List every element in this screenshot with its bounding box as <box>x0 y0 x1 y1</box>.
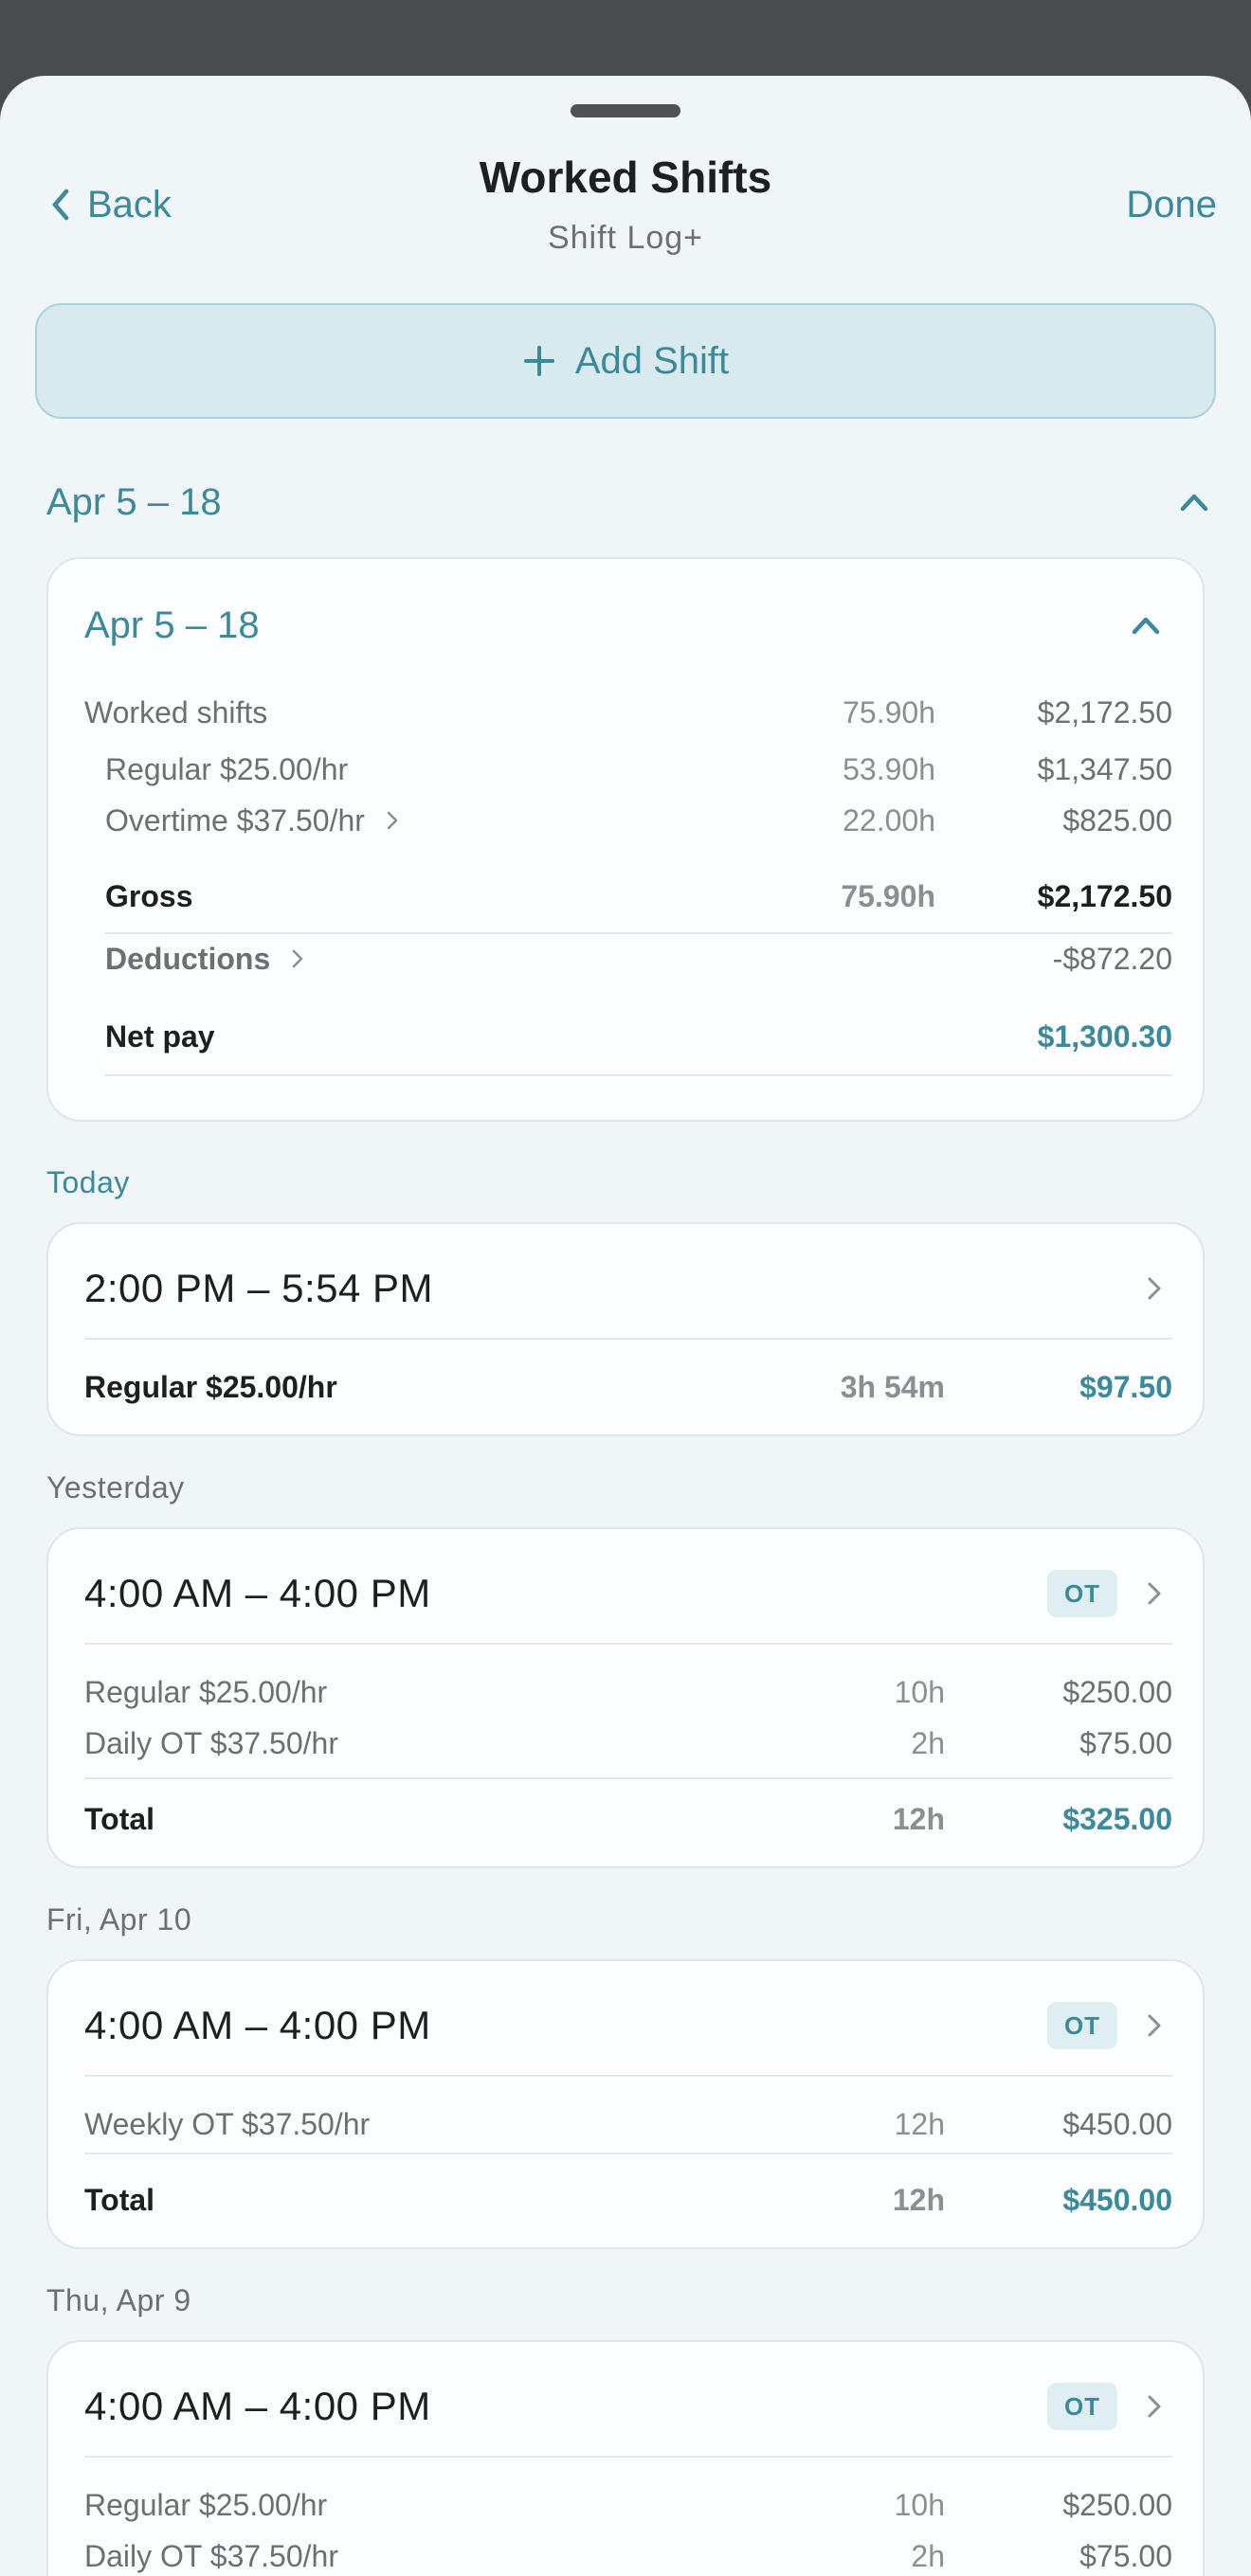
day-label-today: Today <box>46 1165 130 1199</box>
row-amount: $75.00 <box>1079 2538 1172 2573</box>
row-hours: 10h <box>894 1674 945 1709</box>
chevron-up-icon[interactable] <box>1127 606 1165 644</box>
row-label: Deductions <box>105 941 271 976</box>
row-hours: 53.90h <box>843 751 935 786</box>
row-hours: 12h <box>894 2106 945 2141</box>
row-hours: 22.00h <box>843 802 935 838</box>
chevron-right-icon <box>387 811 398 830</box>
row-amount: $1,347.50 <box>1037 751 1172 786</box>
divider <box>105 1074 1172 1076</box>
divider <box>105 932 1172 934</box>
row-hours: 2h <box>911 1725 945 1760</box>
divider <box>84 2153 1172 2154</box>
divider <box>84 2075 1172 2077</box>
chevron-right-icon[interactable] <box>1144 2009 1165 2042</box>
plus-icon <box>523 346 554 376</box>
row-amount: $825.00 <box>1062 802 1172 838</box>
chevron-right-icon[interactable] <box>1144 1577 1165 1610</box>
shift-time-range: 4:00 AM – 4:00 PM <box>84 2003 431 2047</box>
row-amount: $1,300.30 <box>1037 1018 1172 1054</box>
overtime-rate-row[interactable]: Overtime $37.50/hr 22.00h $825.00 <box>105 800 1172 841</box>
row-amount: $250.00 <box>1062 2487 1172 2522</box>
row-label: Daily OT $37.50/hr <box>84 1725 338 1760</box>
overtime-badge: OT <box>1047 1570 1117 1617</box>
row-label: Regular $25.00/hr <box>105 751 349 786</box>
row-amount: $2,172.50 <box>1037 878 1172 913</box>
worked-shifts-sheet: Back Worked Shifts Shift Log+ Done Add S… <box>0 76 1251 2576</box>
row-hours: 2h <box>911 2538 945 2573</box>
row-hours: 75.90h <box>843 694 935 730</box>
divider <box>84 1643 1172 1645</box>
day-label-thu-apr-9: Thu, Apr 9 <box>46 2283 191 2317</box>
row-hours: 12h <box>892 2182 945 2217</box>
row-amount: $450.00 <box>1062 2106 1172 2141</box>
summary-header[interactable]: Apr 5 – 18 <box>84 597 1165 654</box>
chevron-up-icon[interactable] <box>1175 483 1213 521</box>
shift-rate-row: Regular $25.00/hr 3h 54m $97.50 <box>84 1366 1172 1408</box>
page-title: Worked Shifts <box>479 153 772 202</box>
shift-rate-row: Regular $25.00/hr 10h $250.00 <box>84 1671 1172 1713</box>
row-label: Net pay <box>105 1018 215 1054</box>
sheet-grabber[interactable] <box>571 104 680 117</box>
add-shift-button[interactable]: Add Shift <box>35 303 1216 419</box>
period-header[interactable]: Apr 5 – 18 <box>46 474 1213 531</box>
row-amount: $450.00 <box>1062 2182 1172 2217</box>
row-hours: 75.90h <box>841 878 935 913</box>
row-label: Total <box>84 1801 155 1836</box>
deductions-row[interactable]: Deductions -$872.20 <box>105 938 1172 980</box>
overtime-badge: OT <box>1047 2002 1117 2049</box>
divider <box>84 1338 1172 1340</box>
divider <box>84 2456 1172 2458</box>
row-label: Total <box>84 2182 155 2217</box>
shift-time-range: 2:00 PM – 5:54 PM <box>84 1266 434 1310</box>
shift-total-row: Total 12h $450.00 <box>84 2179 1172 2221</box>
row-amount: -$872.20 <box>1052 941 1172 976</box>
shift-rate-row: Daily OT $37.50/hr 2h $75.00 <box>84 1722 1172 1764</box>
divider <box>84 1777 1172 1779</box>
row-label: Regular $25.00/hr <box>84 1369 337 1404</box>
shift-card[interactable]: 4:00 AM – 4:00 PM OT Regular $25.00/hr 1… <box>46 2340 1205 2576</box>
net-pay-row: Net pay $1,300.30 <box>105 1016 1172 1057</box>
row-amount: $2,172.50 <box>1037 694 1172 730</box>
row-label: Daily OT $37.50/hr <box>84 2538 338 2573</box>
pay-period-summary-card: Apr 5 – 18 Worked shifts 75.90h $2,172.5… <box>46 557 1205 1122</box>
row-label: Overtime $37.50/hr <box>105 802 365 838</box>
row-hours: 10h <box>894 2487 945 2522</box>
add-shift-label: Add Shift <box>574 339 730 382</box>
shift-time-range: 4:00 AM – 4:00 PM <box>84 1571 431 1615</box>
shift-time-range: 4:00 AM – 4:00 PM <box>84 2384 431 2428</box>
worked-shifts-row: Worked shifts 75.90h $2,172.50 <box>84 692 1172 733</box>
row-hours: 3h 54m <box>840 1369 945 1404</box>
shift-card[interactable]: 4:00 AM – 4:00 PM OT Weekly OT $37.50/hr… <box>46 1959 1205 2249</box>
shift-rate-row: Daily OT $37.50/hr 2h $75.00 <box>84 2535 1172 2576</box>
period-label: Apr 5 – 18 <box>46 480 222 523</box>
gross-row: Gross 75.90h $2,172.50 <box>105 875 1172 917</box>
regular-rate-row: Regular $25.00/hr 53.90h $1,347.50 <box>105 748 1172 790</box>
row-label: Weekly OT $37.50/hr <box>84 2106 371 2141</box>
chevron-right-icon[interactable] <box>1144 1272 1165 1305</box>
overtime-badge: OT <box>1047 2383 1117 2430</box>
chevron-right-icon[interactable] <box>1144 2390 1165 2423</box>
row-amount: $250.00 <box>1062 1674 1172 1709</box>
row-amount: $97.50 <box>1079 1369 1172 1404</box>
header-titles: Worked Shifts Shift Log+ <box>0 152 1251 257</box>
chevron-right-icon <box>292 949 303 968</box>
row-label: Gross <box>105 878 193 913</box>
done-button[interactable]: Done <box>1126 176 1217 233</box>
page-subtitle: Shift Log+ <box>547 220 704 256</box>
row-label: Regular $25.00/hr <box>84 1674 328 1709</box>
shift-total-row: Total 12h $325.00 <box>84 1798 1172 1840</box>
shift-rate-row: Weekly OT $37.50/hr 12h $450.00 <box>84 2103 1172 2145</box>
summary-title: Apr 5 – 18 <box>84 603 260 646</box>
day-label-yesterday: Yesterday <box>46 1470 185 1504</box>
shift-card[interactable]: 2:00 PM – 5:54 PM Regular $25.00/hr 3h 5… <box>46 1222 1205 1436</box>
row-amount: $325.00 <box>1062 1801 1172 1836</box>
row-label: Regular $25.00/hr <box>84 2487 328 2522</box>
row-amount: $75.00 <box>1079 1725 1172 1760</box>
row-hours: 12h <box>892 1801 945 1836</box>
shift-card[interactable]: 4:00 AM – 4:00 PM OT Regular $25.00/hr 1… <box>46 1527 1205 1868</box>
day-label-fri-apr-10: Fri, Apr 10 <box>46 1902 192 1937</box>
shift-rate-row: Regular $25.00/hr 10h $250.00 <box>84 2484 1172 2526</box>
row-label: Worked shifts <box>84 694 268 730</box>
